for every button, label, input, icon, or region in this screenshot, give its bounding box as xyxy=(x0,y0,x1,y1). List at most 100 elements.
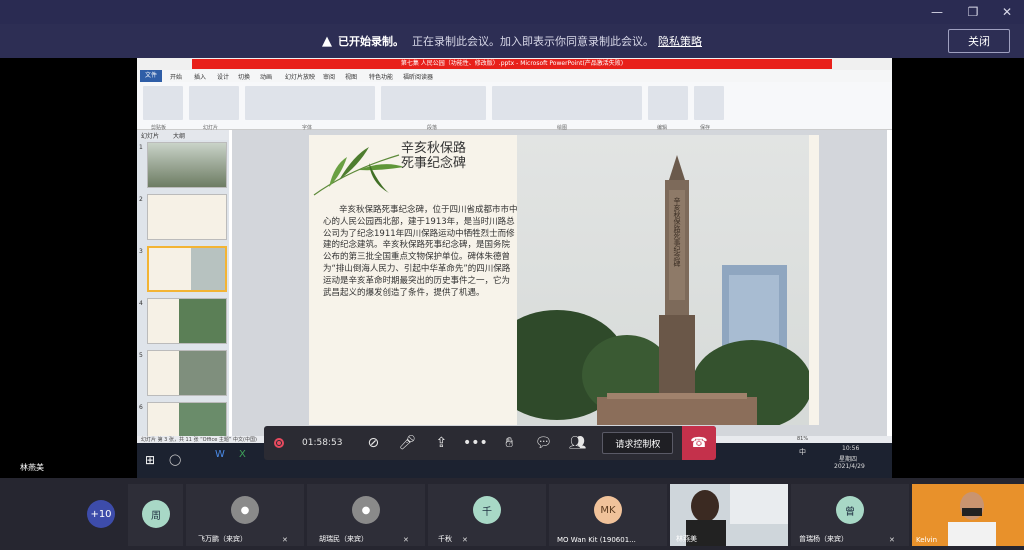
slide-thumb-1[interactable] xyxy=(147,142,227,188)
paragraph-tools[interactable] xyxy=(381,86,486,120)
close-window-icon[interactable]: ✕ xyxy=(990,0,1024,24)
participant-name: 飞万鹏（来宾） xyxy=(198,535,247,543)
status-text: 幻灯片 第 3 张，共 11 张 “Office 主题” 中文(中国) xyxy=(141,437,257,443)
more-options-icon[interactable]: ••• xyxy=(458,426,492,460)
participant-name: Kelvin xyxy=(916,536,938,544)
font-tools[interactable] xyxy=(245,86,375,120)
participant-video-tile[interactable]: 林燕美 xyxy=(670,484,788,546)
ppt-ribbon: 剪贴板 幻灯片 字体 段落 绘图 编辑 保存 xyxy=(137,82,892,131)
thumb-number: 3 xyxy=(139,248,143,255)
person-avatar-icon: ● xyxy=(231,496,259,524)
menu-features[interactable]: 特色功能 xyxy=(369,72,393,81)
ppt-menu-bar: 文件 开始 插入 设计 切换 动画 幻灯片放映 审阅 视图 特色功能 福昕阅读器 xyxy=(137,70,892,82)
current-slide[interactable]: 辛亥秋保路 死事纪念碑 辛亥秋保路死事纪念碑，位于四川省成都市市中心的人民公园西… xyxy=(309,135,819,425)
participant-tile[interactable]: ● 胡瑞民（来宾） ✕ xyxy=(307,484,425,546)
thumb-number: 6 xyxy=(139,404,143,411)
menu-animations[interactable]: 动画 xyxy=(260,72,272,81)
phone-hangup-icon: ☎ xyxy=(690,435,708,451)
call-timer: 01:58:53 xyxy=(302,438,343,448)
recording-dot-icon xyxy=(274,438,284,448)
hang-up-button[interactable]: ☎ xyxy=(682,426,716,460)
editing-tools[interactable] xyxy=(648,86,688,120)
participant-video-tile[interactable]: Kelvin xyxy=(912,484,1024,546)
raise-hand-icon[interactable]: ✋︎ xyxy=(492,426,526,460)
participant-strip: +10 周 ● 飞万鹏（来宾） ✕ ● 胡瑞民（来宾） ✕ 千 千秋 ✕ MK … xyxy=(0,478,1024,550)
shared-content: 第七集 人民公园（功能性、修改版）.pptx - Microsoft Power… xyxy=(137,58,892,443)
save-tools[interactable] xyxy=(694,86,724,120)
thumb-number: 5 xyxy=(139,352,143,359)
slide-thumb-4[interactable] xyxy=(147,298,227,344)
close-banner-button[interactable]: 关闭 xyxy=(948,29,1010,53)
participant-name: MO Wan Kit (190601... xyxy=(557,536,636,544)
participant-name: 曾瑞杨（来宾） xyxy=(799,535,848,543)
monument-photo-graphic xyxy=(517,155,809,425)
tab-slides[interactable]: 幻灯片 xyxy=(141,131,159,140)
slide-thumb-2[interactable] xyxy=(147,194,227,240)
camera-off-icon[interactable]: ⊘ xyxy=(356,426,390,460)
menu-view[interactable]: 视图 xyxy=(345,72,357,81)
windows-start-icon[interactable]: ⊞ xyxy=(145,453,155,467)
mic-muted-icon: ✕ xyxy=(462,536,468,544)
participant-tile[interactable]: 千 千秋 ✕ xyxy=(428,484,546,546)
banner-message: 正在录制此会议。加入即表示你同意录制此会议。 xyxy=(412,35,654,48)
maximize-icon[interactable]: ❐ xyxy=(956,0,990,24)
banner-title: 已开始录制。 xyxy=(338,35,404,48)
window-titlebar: — ❐ ✕ xyxy=(0,0,1024,24)
participant-tile[interactable]: 曾 曾瑞杨（来宾） ✕ xyxy=(791,484,909,546)
minimize-icon[interactable]: — xyxy=(920,0,954,24)
mic-muted-icon: ✕ xyxy=(889,536,895,544)
slide-title-line-1: 辛亥秋保路 xyxy=(401,141,467,156)
slide-thumbnails: 1 2 3 4 5 6 xyxy=(137,140,229,443)
slide-body-text: 辛亥秋保路死事纪念碑，位于四川省成都市市中心的人民公园西北部，建于1913年，是… xyxy=(323,205,518,298)
clock-time: 10:56 xyxy=(842,445,860,452)
chat-icon[interactable]: 💬︎ xyxy=(526,426,560,460)
menu-review[interactable]: 审阅 xyxy=(323,72,335,81)
menu-design[interactable]: 设计 xyxy=(217,72,229,81)
recording-indicator xyxy=(264,426,294,460)
drawing-tools[interactable] xyxy=(492,86,642,120)
participants-icon[interactable]: 👥︎ xyxy=(560,426,594,460)
mic-muted-icon: ✕ xyxy=(282,536,288,544)
slide-title-line-2: 死事纪念碑 xyxy=(401,156,467,171)
clock-weekday: 星期四 xyxy=(839,456,858,463)
participant-avatar: 曾 xyxy=(836,496,864,524)
participant-name: 胡瑞民（来宾） xyxy=(319,535,368,543)
thumb-number: 4 xyxy=(139,300,143,307)
recording-banner: ▲ 已开始录制。 正在录制此会议。加入即表示你同意录制此会议。 隐私策略 xyxy=(0,24,1024,58)
participant-avatar: MK xyxy=(594,496,622,524)
zoom-level[interactable]: 81% xyxy=(797,436,808,442)
person-avatar-icon: ● xyxy=(352,496,380,524)
request-control-button[interactable]: 请求控制权 xyxy=(602,432,674,454)
participant-avatar: 周 xyxy=(142,500,170,528)
tab-outline[interactable]: 大纲 xyxy=(173,131,185,140)
monument-photo: 辛亥秋保路死事纪念碑 xyxy=(517,135,809,425)
slide-editor: 辛亥秋保路 死事纪念碑 辛亥秋保路死事纪念碑，位于四川省成都市市中心的人民公园西… xyxy=(232,130,887,436)
ppt-titlebar: 第七集 人民公园（功能性、修改版）.pptx - Microsoft Power… xyxy=(137,58,892,70)
word-icon[interactable]: W xyxy=(215,449,225,460)
menu-home[interactable]: 开始 xyxy=(170,72,182,81)
clipboard-tools[interactable] xyxy=(143,86,183,120)
menu-insert[interactable]: 插入 xyxy=(194,72,206,81)
privacy-policy-link[interactable]: 隐私策略 xyxy=(658,33,702,49)
slide-thumb-3[interactable] xyxy=(147,246,227,292)
participant-tile[interactable]: ● 飞万鹏（来宾） ✕ xyxy=(186,484,304,546)
menu-transitions[interactable]: 切换 xyxy=(238,72,250,81)
participant-tile[interactable]: MK MO Wan Kit (190601... xyxy=(549,484,667,546)
share-screen-icon[interactable]: ⇪ xyxy=(424,426,458,460)
menu-slideshow[interactable]: 幻灯片放映 xyxy=(285,72,315,81)
menu-foxit[interactable]: 福昕阅读器 xyxy=(403,72,433,81)
mic-mute-icon[interactable]: 🎤︎ xyxy=(390,426,424,460)
clock-date: 2021/4/29 xyxy=(834,463,865,470)
slide-panel-tabs: 幻灯片 大纲 xyxy=(137,130,229,140)
search-icon[interactable]: ◯ xyxy=(169,453,181,466)
participant-avatar: 千 xyxy=(473,496,501,524)
more-participants-badge[interactable]: +10 xyxy=(87,500,115,528)
warning-icon: ▲ xyxy=(322,33,332,49)
menu-file[interactable]: 文件 xyxy=(140,70,162,82)
participant-tile[interactable]: 周 xyxy=(128,484,183,546)
shared-screen-stage: 第七集 人民公园（功能性、修改版）.pptx - Microsoft Power… xyxy=(0,58,1024,478)
excel-icon[interactable]: X xyxy=(239,449,246,460)
ime-indicator[interactable]: 中 xyxy=(799,447,806,457)
slide-tools[interactable] xyxy=(189,86,239,120)
slide-thumb-5[interactable] xyxy=(147,350,227,396)
